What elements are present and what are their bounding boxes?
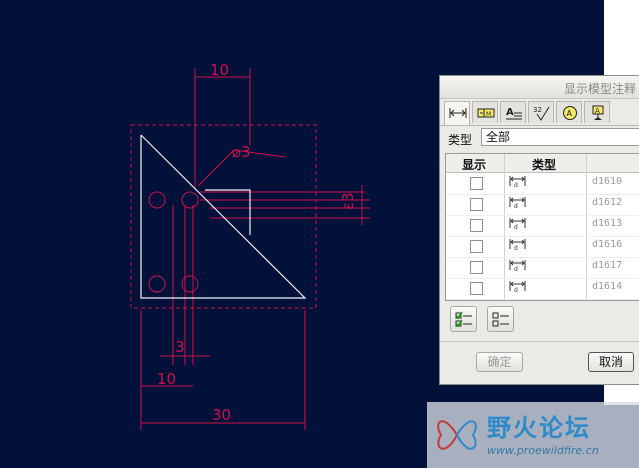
watermark-title: 野火论坛 xyxy=(487,414,591,442)
tab-divider xyxy=(440,125,639,126)
dim-small-text[interactable]: 3 xyxy=(175,338,185,356)
show-checkbox[interactable] xyxy=(470,240,483,253)
tab-gtol[interactable]: M xyxy=(472,101,498,123)
show-checkbox[interactable] xyxy=(470,198,483,211)
hole-top-left xyxy=(148,191,166,209)
svg-text:A: A xyxy=(506,107,514,118)
tab-dimensions[interactable] xyxy=(444,101,470,125)
tab-surface-finish[interactable]: 32 xyxy=(528,101,554,123)
svg-text:d: d xyxy=(514,287,518,293)
check-all-icon xyxy=(455,311,472,328)
type-label: 类型 xyxy=(448,133,473,147)
svg-text:d: d xyxy=(514,203,518,209)
dimension-type-icon: d xyxy=(509,239,526,251)
dimension-type-icon: d xyxy=(509,218,526,230)
show-checkbox[interactable] xyxy=(470,219,483,232)
background-window-edge xyxy=(604,0,639,75)
hole-bottom-right xyxy=(181,275,199,293)
svg-text:A: A xyxy=(595,107,600,115)
triangle-part-outline xyxy=(140,134,307,299)
svg-text:32: 32 xyxy=(533,106,542,114)
annotation-id: d1613 xyxy=(592,218,623,229)
dimension-type-icon: d xyxy=(509,176,526,188)
show-checkbox[interactable] xyxy=(470,177,483,190)
cancel-button[interactable]: 取消 xyxy=(588,352,634,372)
button-divider xyxy=(440,341,639,342)
annotations-table[interactable]: 显示 类型 d d1610 d d1612 d d1613 d d1616 d d1617 d d16… xyxy=(445,153,639,301)
datum-target-icon: A xyxy=(563,106,577,120)
annotation-id: d1617 xyxy=(592,260,623,271)
dimension-type-icon: d xyxy=(509,281,526,293)
annotation-id: d1612 xyxy=(592,197,623,208)
annotation-id: d1614 xyxy=(592,281,623,292)
tab-notes[interactable]: A xyxy=(500,101,526,123)
svg-text:M: M xyxy=(486,111,491,118)
annotation-type-tabs: M A 32 A A xyxy=(444,101,639,125)
dialog-title: 显示模型注释 xyxy=(563,82,636,96)
hole-bottom-left xyxy=(148,275,166,293)
gtol-icon: M xyxy=(477,108,495,118)
annotation-id: d1610 xyxy=(592,176,623,187)
tab-datum-target[interactable]: A xyxy=(556,101,582,123)
show-all-button[interactable] xyxy=(450,306,477,332)
table-row[interactable]: d d1614 xyxy=(446,278,639,300)
watermark-url: www.proewildfire.cn xyxy=(487,444,599,457)
show-checkbox[interactable] xyxy=(470,261,483,274)
show-annotations-dialog[interactable]: 显示模型注释 M A 32 A A 类型 全部 显示 类型 d d1610 d d16… xyxy=(439,75,639,385)
dim-hole-text[interactable]: ⌀3 xyxy=(232,143,251,161)
type-select[interactable]: 全部 xyxy=(481,128,639,146)
uncheck-all-icon xyxy=(492,312,509,327)
table-row[interactable]: d d1613 xyxy=(446,215,639,237)
surface-finish-icon: 32 xyxy=(533,106,550,121)
annotation-id: d1616 xyxy=(592,239,623,250)
dimension-type-icon: d xyxy=(509,260,526,272)
note-icon: A xyxy=(506,107,522,120)
dim-right-text[interactable]: ε3 xyxy=(339,192,357,210)
column-type[interactable]: 类型 xyxy=(532,156,556,173)
table-row[interactable]: d d1617 xyxy=(446,257,639,279)
clear-all-button[interactable] xyxy=(487,306,514,332)
butterfly-logo-icon xyxy=(437,420,477,450)
dimension-type-icon: d xyxy=(509,197,526,209)
dim-top-text[interactable]: 10 xyxy=(210,61,229,79)
hole-top-right xyxy=(181,191,199,209)
ok-button[interactable]: 确定 xyxy=(476,352,523,372)
dimension-icon xyxy=(449,108,467,118)
table-header: 显示 类型 xyxy=(446,154,639,173)
forum-watermark: 野火论坛 www.proewildfire.cn xyxy=(427,402,639,468)
show-checkbox[interactable] xyxy=(470,282,483,295)
dim-bottom-left-text[interactable]: 10 xyxy=(157,370,176,388)
table-row[interactable]: d d1616 xyxy=(446,236,639,258)
svg-text:d: d xyxy=(514,182,518,188)
dim-overall-text[interactable]: 30 xyxy=(212,406,231,424)
svg-text:A: A xyxy=(567,109,573,118)
dialog-titlebar[interactable]: 显示模型注释 xyxy=(440,76,639,99)
tab-datum[interactable]: A xyxy=(584,101,610,123)
column-show[interactable]: 显示 xyxy=(462,156,486,173)
table-row[interactable]: d d1610 xyxy=(446,173,639,195)
table-row[interactable]: d d1612 xyxy=(446,194,639,216)
svg-text:d: d xyxy=(514,266,518,272)
svg-text:d: d xyxy=(514,224,518,230)
datum-icon: A xyxy=(592,105,604,120)
svg-text:d: d xyxy=(514,245,518,251)
